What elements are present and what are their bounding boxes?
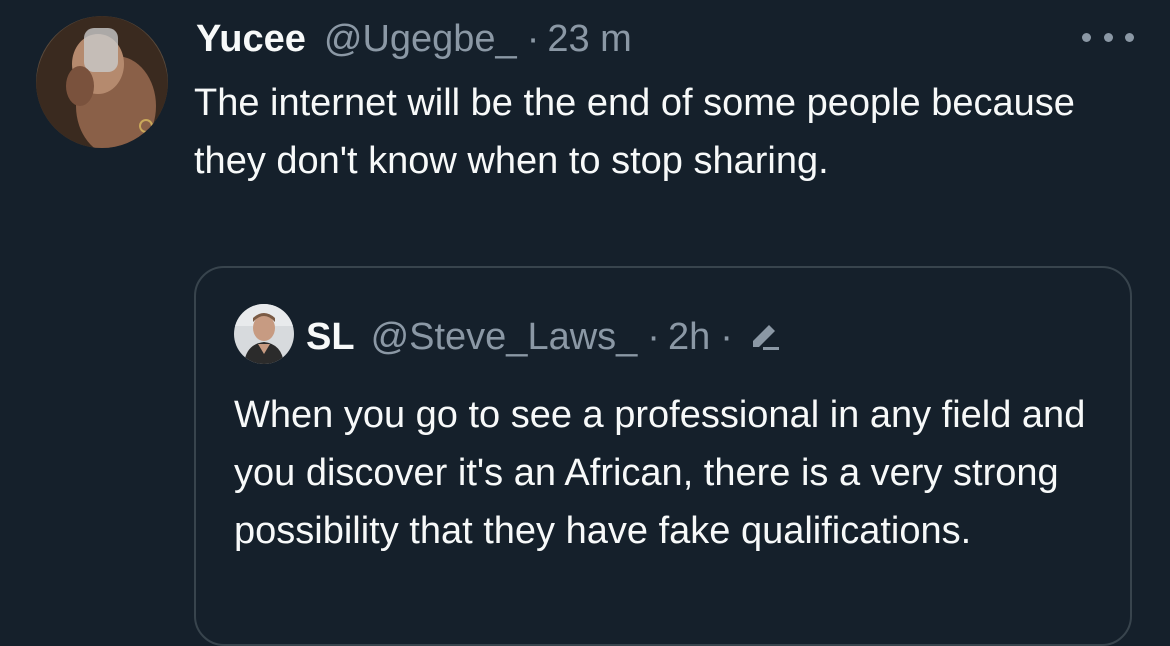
author-handle[interactable]: @Ugegbe_ (324, 18, 517, 61)
quoted-tweet[interactable]: SL @Steve_Laws_ · 2h · When you go to se… (194, 266, 1132, 646)
tweet-text: The internet will be the end of some peo… (194, 82, 1075, 182)
edited-pencil-icon[interactable] (745, 317, 785, 357)
more-dot (1082, 32, 1091, 42)
tweet[interactable]: Yucee @Ugegbe_ · 23 m The internet will … (0, 0, 1170, 646)
separator-dot: · (720, 315, 733, 358)
avatar[interactable] (36, 16, 168, 148)
quoted-author-display-name[interactable]: SL (306, 316, 355, 359)
more-horizontal-icon[interactable] (1082, 22, 1134, 52)
quoted-tweet-header: SL @Steve_Laws_ · 2h · (306, 314, 785, 360)
quoted-tweet-text: When you go to see a professional in any… (234, 394, 1086, 552)
more-dot (1103, 32, 1113, 42)
separator-dot: · (647, 315, 660, 358)
separator-dot: · (526, 17, 540, 60)
more-dot (1125, 32, 1134, 42)
quoted-tweet-timestamp[interactable]: 2h (668, 316, 710, 359)
quoted-avatar[interactable] (234, 304, 294, 364)
tweet-header: Yucee @Ugegbe_ · 23 m (196, 16, 632, 62)
author-display-name[interactable]: Yucee (196, 18, 306, 61)
tweet-timestamp[interactable]: 23 m (547, 18, 631, 61)
quoted-avatar-image (234, 304, 294, 364)
quoted-author-handle[interactable]: @Steve_Laws_ (371, 316, 638, 359)
avatar-image (36, 16, 168, 148)
